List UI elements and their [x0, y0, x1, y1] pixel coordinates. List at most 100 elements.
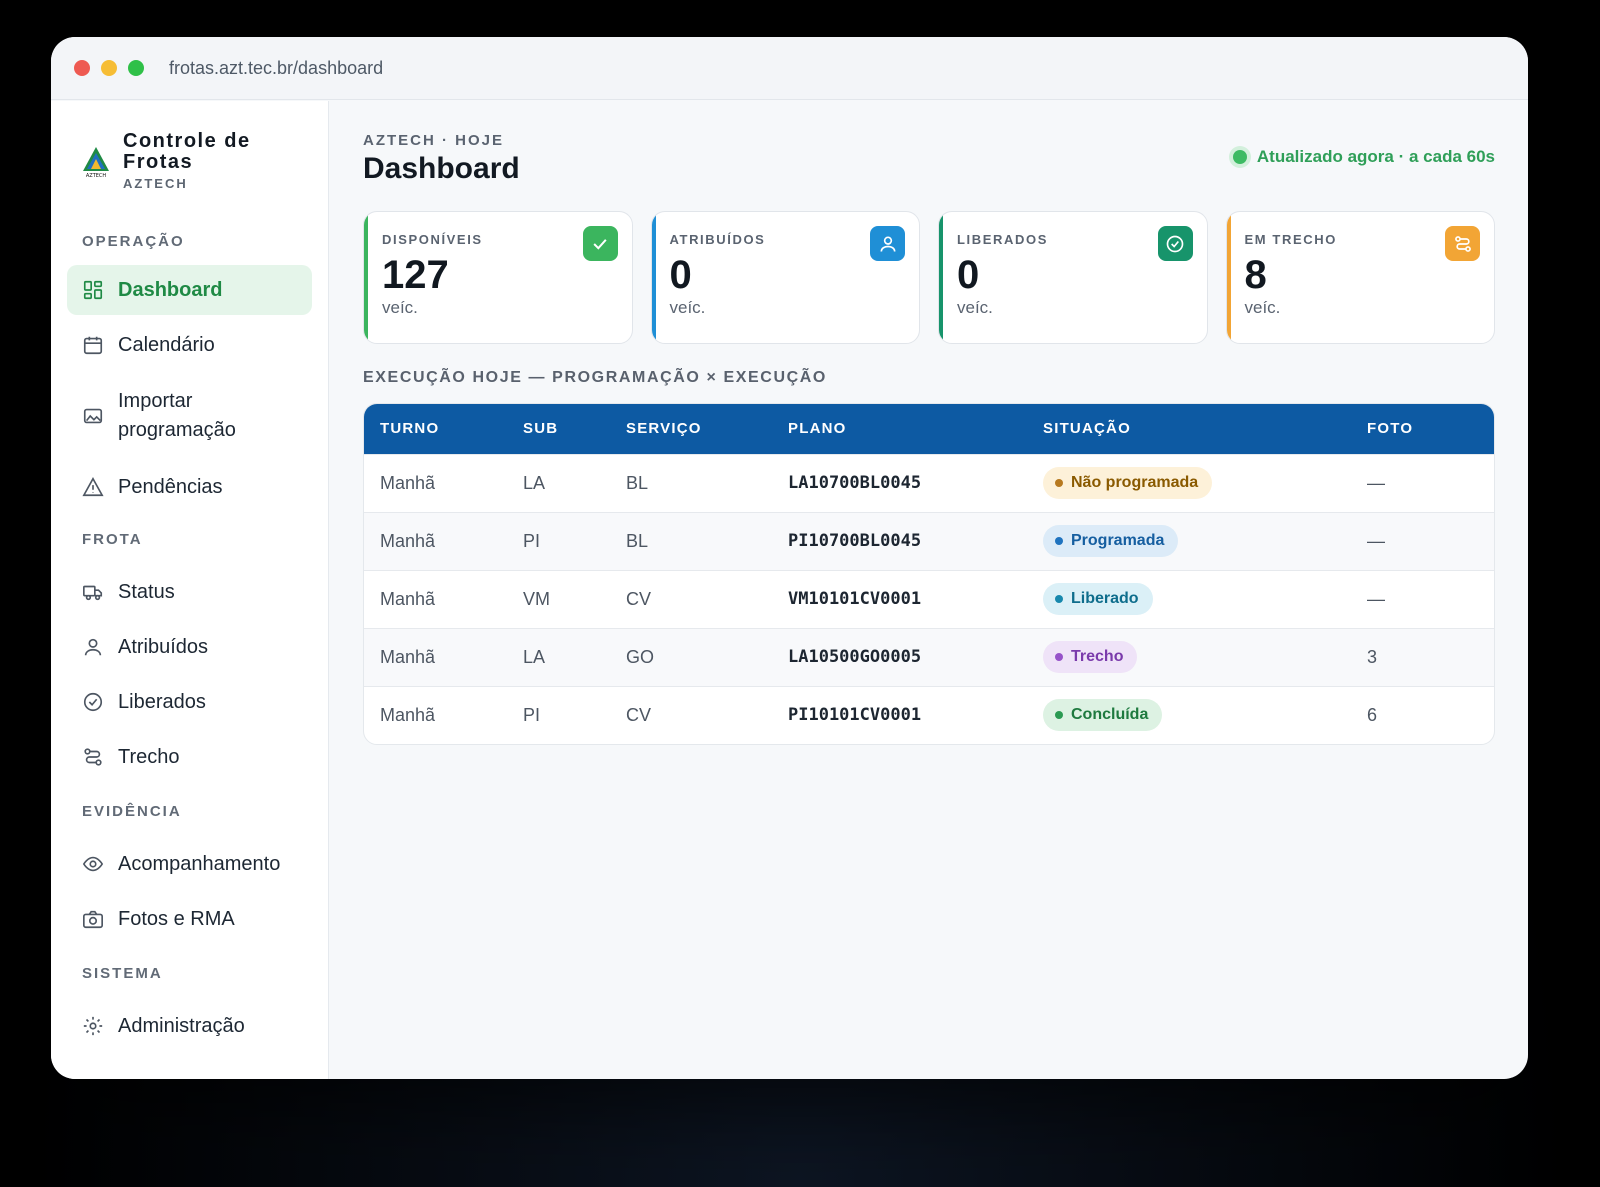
sidebar-item-label: Atribuídos [118, 635, 209, 658]
status-badge-label: Concluída [1071, 706, 1149, 724]
section-label-operacao: OPERAÇÃO [82, 233, 185, 250]
close-window-button[interactable] [74, 60, 90, 76]
column-header-turno[interactable]: TURNO [364, 404, 507, 454]
table-row[interactable]: Manhã LA BL LA10700BL0045 Não programada — [364, 453, 1494, 512]
card-liberados[interactable]: LIBERADOS 0 veíc. [938, 211, 1208, 344]
maximize-window-button[interactable] [128, 60, 144, 76]
route-icon [84, 748, 102, 766]
status-badge-label: Trecho [1071, 648, 1124, 665]
sidebar-item-label: Status [118, 580, 175, 603]
breadcrumb: AZTECH · HOJE [363, 132, 505, 149]
cell-situacao: Liberado [1027, 569, 1351, 628]
cell-turno: Manhã [364, 627, 507, 686]
sidebar-item-label: Dashboard [118, 278, 223, 301]
execution-table: TURNO SUB SERVIÇO PLANO SITUAÇÃO FOTO Ma… [363, 403, 1495, 745]
sidebar-item-pendencias[interactable]: Pendências [67, 462, 312, 512]
table-row[interactable]: Manhã PI BL PI10700BL0045 Programada — [364, 511, 1494, 570]
cell-foto: — [1351, 511, 1494, 570]
card-unit: veíc. [382, 298, 418, 317]
image-icon [83, 408, 103, 424]
cell-sub: VM [507, 569, 610, 628]
status-badge: Não programada [1043, 467, 1213, 499]
user-icon [84, 638, 102, 656]
card-unit: veíc. [957, 298, 993, 317]
cell-foto: 6 [1351, 685, 1494, 744]
sidebar-item-label: Fotos e RMA [118, 907, 235, 930]
cell-plano: LA10700BL0045 [772, 453, 1027, 512]
sidebar-item-administracao[interactable]: Administração [67, 1001, 312, 1051]
warning-icon [82, 477, 104, 497]
cell-turno: Manhã [364, 511, 507, 570]
status-dot-icon [1055, 537, 1063, 545]
cell-situacao: Não programada [1027, 453, 1351, 512]
cell-turno: Manhã [364, 685, 507, 744]
cell-plano: PI10700BL0045 [772, 511, 1027, 570]
table-row[interactable]: Manhã PI CV PI10101CV0001 Concluída 6 [364, 685, 1494, 744]
sidebar-item-atribuidos[interactable]: Atribuídos [67, 622, 312, 672]
sidebar-item-label: Acompanhamento [118, 852, 281, 875]
sidebar-item-status[interactable]: Status [67, 567, 312, 617]
table-row[interactable]: Manhã LA GO LA10500GO0005 Trecho 3 [364, 627, 1494, 686]
live-indicator-icon [1232, 150, 1247, 164]
cell-situacao: Programada [1027, 511, 1351, 570]
minimize-window-button[interactable] [101, 60, 117, 76]
sidebar-item-calendario[interactable]: Calendário [67, 320, 312, 370]
section-label-frota: FROTA [82, 531, 143, 548]
cell-servico: CV [610, 685, 772, 744]
status-dot-icon [1055, 479, 1063, 487]
table-row[interactable]: Manhã VM CV VM10101CV0001 Liberado — [364, 569, 1494, 628]
sidebar-item-trecho[interactable]: Trecho [67, 732, 312, 782]
check-icon [582, 226, 618, 261]
app-title: Controle de Frotas [123, 130, 251, 173]
sidebar-item-importar-programacao[interactable]: Importar programação [67, 375, 312, 457]
cell-plano: VM10101CV0001 [772, 569, 1027, 628]
status-dot-icon [1055, 653, 1063, 661]
grid-icon [83, 280, 103, 300]
table-header-row: TURNO SUB SERVIÇO PLANO SITUAÇÃO FOTO [364, 404, 1494, 454]
browser-window: frotas.azt.tec.br/dashboard AZTECH Contr… [51, 37, 1528, 1079]
card-unit: veíc. [669, 298, 706, 317]
sidebar-item-liberados[interactable]: Liberados [67, 677, 312, 727]
main-content: AZTECH · HOJE Dashboard Atualizado agora… [330, 101, 1528, 1079]
cell-situacao: Concluída [1027, 685, 1351, 744]
column-header-plano[interactable]: PLANO [772, 404, 1027, 454]
title-bar: frotas.azt.tec.br/dashboard [51, 37, 1528, 100]
brand: AZTECH Controle de Frotas AZTECH [81, 131, 273, 191]
sidebar-item-label: Liberados [118, 690, 206, 713]
status-badge: Trecho [1043, 641, 1138, 673]
cell-servico: GO [610, 627, 772, 686]
column-header-situacao[interactable]: SITUAÇÃO [1027, 404, 1351, 454]
card-atribuidos[interactable]: ATRIBUÍDOS 0 veíc. [650, 211, 920, 344]
aztech-logo-icon: AZTECH [83, 147, 109, 179]
address-bar[interactable]: frotas.azt.tec.br/dashboard [169, 58, 383, 79]
column-header-foto[interactable]: FOTO [1351, 404, 1494, 454]
logo-text: AZTECH [86, 173, 107, 179]
calendar-icon [83, 336, 103, 355]
sidebar-item-fotos-rma[interactable]: Fotos e RMA [67, 894, 312, 944]
section-label-sistema: SISTEMA [82, 965, 163, 982]
live-status: Atualizado agora · a cada 60s [1232, 147, 1495, 167]
card-em-trecho[interactable]: EM TRECHO 8 veíc. [1225, 211, 1495, 344]
sidebar-item-label: Administração [118, 1014, 245, 1037]
sidebar-item-acompanhamento[interactable]: Acompanhamento [67, 839, 312, 889]
app-subtitle: AZTECH [123, 176, 188, 191]
gear-icon [83, 1016, 103, 1036]
sidebar-item-label: Importar programação [118, 390, 236, 441]
column-header-servico[interactable]: SERVIÇO [610, 404, 772, 454]
cell-servico: BL [610, 511, 772, 570]
sidebar-item-dashboard[interactable]: Dashboard [67, 265, 312, 315]
card-disponiveis[interactable]: DISPONÍVEIS 127 veíc. [363, 211, 633, 344]
column-header-sub[interactable]: SUB [507, 404, 610, 454]
check-circle-icon [83, 692, 103, 712]
live-status-text: Atualizado agora · a cada 60s [1256, 147, 1495, 166]
sidebar-item-label: Trecho [118, 745, 180, 768]
status-badge-label: Não programada [1071, 474, 1199, 491]
cell-sub: PI [507, 511, 610, 570]
cell-turno: Manhã [364, 569, 507, 628]
status-dot-icon [1055, 595, 1063, 603]
cell-turno: Manhã [364, 453, 507, 512]
section-title: EXECUÇÃO HOJE — PROGRAMAÇÃO × EXECUÇÃO [363, 369, 827, 386]
check-circle-icon [1157, 226, 1193, 261]
status-badge: Liberado [1043, 583, 1153, 615]
sidebar-item-label: Calendário [118, 333, 215, 356]
